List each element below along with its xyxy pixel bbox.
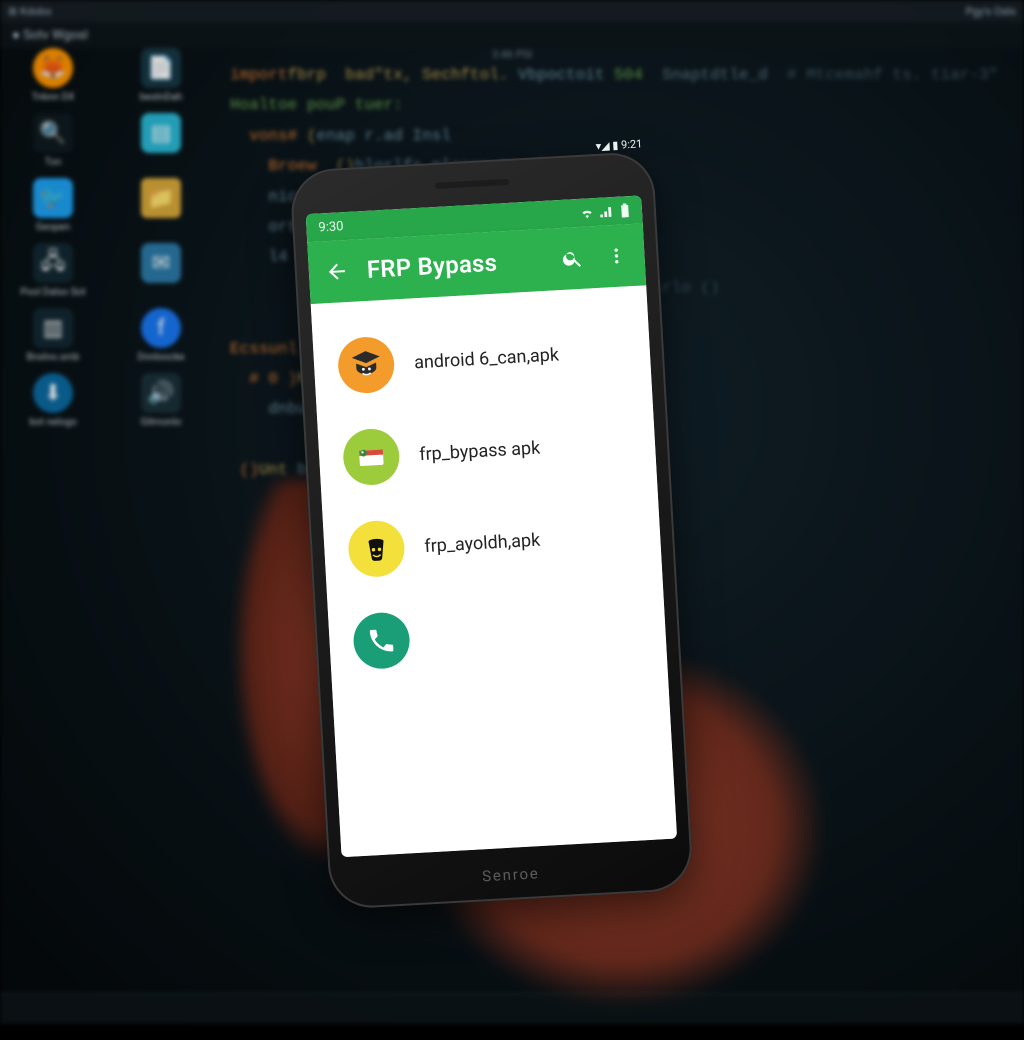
sheet-icon: ▤ xyxy=(141,113,181,153)
facebook-icon: f xyxy=(141,308,181,348)
dock-item-facebook[interactable]: f Dnnloocke xyxy=(116,308,206,363)
folder-icon: 📁 xyxy=(141,178,181,218)
wifi-icon xyxy=(580,206,595,219)
dock-item-sheet[interactable]: ▤ xyxy=(116,113,206,168)
os-menu-right: Pgy's Oslo xyxy=(966,5,1016,18)
dock-item-label: Gitmonlo xyxy=(141,417,182,428)
card-icon xyxy=(342,427,401,486)
dock-item-twitter[interactable]: 🐦 Geopen xyxy=(8,178,98,233)
graduate-icon xyxy=(337,336,396,395)
dock-item-download[interactable]: ⬇ bot nelogo xyxy=(8,373,98,428)
sound-icon: 🔊 xyxy=(141,373,181,413)
dock-item-unknown[interactable]: ▥ Bnslno.smb xyxy=(8,308,98,363)
dock-item-label: Dnnloocke xyxy=(138,352,185,363)
desktop-dock: 🦊 Tnbnn DX 📄 bestnDah 🔍 Ton ▤ 🐦 Geopen 📁 🖧 Pool Dal… xyxy=(8,48,218,428)
file-list: android 6_can,apk frp_bypass apk frp_ayold… xyxy=(311,285,677,857)
list-item-label: frp_ayoldh,apk xyxy=(424,529,541,556)
app-title: FRP Bypass xyxy=(366,246,543,284)
battery-icon xyxy=(620,203,631,218)
dock-item-label: Geopen xyxy=(36,222,70,233)
editor-window-tabs: ● Sotv Wgosl xyxy=(0,22,1024,48)
overflow-menu-icon[interactable] xyxy=(602,241,632,271)
dock-item-folder[interactable]: 📁 xyxy=(116,178,206,233)
phone-screen: 9:30 FRP Bypass xyxy=(306,195,677,857)
os-taskbar xyxy=(0,993,1024,1024)
dock-item-label: Bnslno.smb xyxy=(27,352,80,363)
phone-brand-label: Senroe xyxy=(329,856,693,894)
bucket-icon xyxy=(347,519,406,578)
search-icon[interactable] xyxy=(558,244,588,274)
dock-item-label: Ton xyxy=(45,157,62,168)
dock-item-script[interactable]: 📄 bestnDah xyxy=(116,48,206,103)
phone-device: ▾◢ ▮ 9:21 9:30 FRP Bypass xyxy=(289,151,694,910)
phone-icon xyxy=(352,611,411,670)
os-menubar: ⊞ Kdobo Pgy's Oslo xyxy=(0,0,1024,22)
dock-item-label: Tnbnn DX xyxy=(32,92,75,103)
twitter-icon: 🐦 xyxy=(33,178,73,218)
list-item-label: frp_bypass apk xyxy=(419,437,541,465)
dock-item-device[interactable]: 🖧 Pool Dalso Sot xyxy=(8,243,98,298)
dock-item-sound[interactable]: 🔊 Gitmonlo xyxy=(116,373,206,428)
script-icon: 📄 xyxy=(141,48,181,88)
list-item-label: android 6_can,apk xyxy=(414,344,560,373)
firefox-icon: 🦊 xyxy=(33,48,73,88)
download-icon: ⬇ xyxy=(33,373,73,413)
unknown-icon: ▥ xyxy=(33,308,73,348)
dock-item-mail[interactable]: ✉ xyxy=(116,243,206,298)
dock-item-firefox[interactable]: 🦊 Tnbnn DX xyxy=(8,48,98,103)
os-menu-left: ⊞ Kdobo xyxy=(8,5,52,18)
statusbar-time: 9:30 xyxy=(318,219,344,235)
signal-icon xyxy=(600,205,615,218)
search-icon: 🔍 xyxy=(33,113,73,153)
list-item[interactable] xyxy=(327,579,668,690)
dock-item-label: bot nelogo xyxy=(29,417,76,428)
mail-icon: ✉ xyxy=(141,243,181,283)
back-icon[interactable] xyxy=(322,257,352,287)
editor-tab[interactable]: ● Sotv Wgosl xyxy=(12,27,88,43)
dock-item-label: Pool Dalso Sot xyxy=(20,287,85,298)
dock-item-label: bestnDah xyxy=(140,92,182,103)
dock-item-search[interactable]: 🔍 Ton xyxy=(8,113,98,168)
device-icon: 🖧 xyxy=(33,243,73,283)
